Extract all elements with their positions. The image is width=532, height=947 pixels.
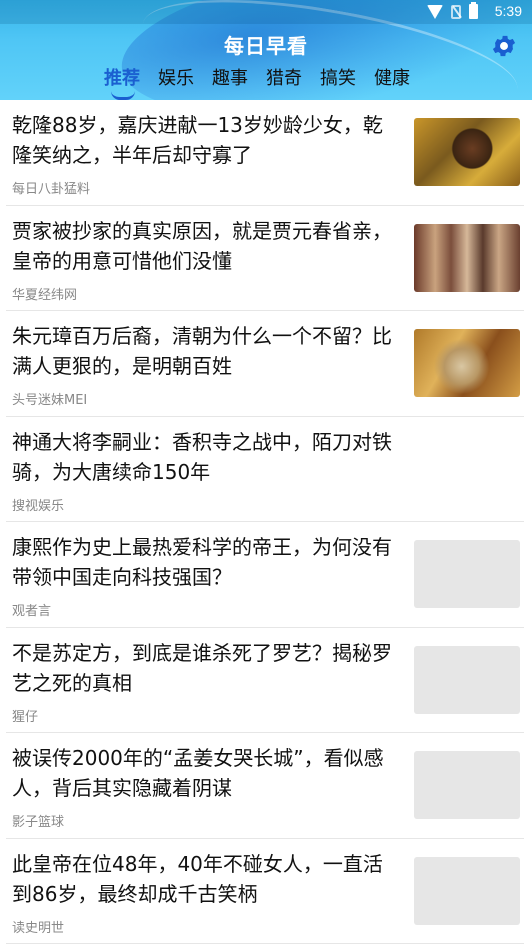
news-source: 观者言 [12, 604, 52, 619]
app-header: 5:39 每日早看 推荐 娱乐 趣事 猎奇 搞笑 健康 [0, 0, 532, 100]
news-item[interactable]: 康熙作为史上最热爱科学的帝王，为何没有带领中国走向科技强国？ 观者言 [6, 522, 524, 628]
news-source: 华夏经纬网 [12, 287, 78, 303]
news-title: 神通大将李嗣业：香积寺之战中，陌刀对铁骑，为大唐续命150年 [12, 429, 392, 484]
news-source: 搜视娱乐 [12, 498, 65, 514]
battery-icon [469, 2, 478, 19]
tab-label: 推荐 [104, 68, 140, 89]
category-tabs: 推荐 娱乐 趣事 猎奇 搞笑 健康 [104, 64, 410, 100]
news-title: 朱元璋百万后裔，清朝为什么一个不留？比满人更狠的，是明朝百姓 [12, 324, 392, 378]
thumbnail-placeholder [414, 645, 520, 714]
tab-curious[interactable]: 猎奇 [266, 64, 302, 96]
status-icons [427, 2, 478, 19]
tab-fun[interactable]: 趣事 [212, 64, 248, 96]
news-title: 贾家被抄家的真实原因，就是贾元春省亲，皇帝的用意可惜他们没懂 [12, 218, 392, 273]
news-title: 康熙作为史上最热爱科学的帝王，为何没有带领中国走向科技强国？ [12, 535, 392, 589]
app-title: 每日早看 [224, 34, 308, 58]
tab-label: 娱乐 [158, 68, 194, 89]
tab-label: 猎奇 [266, 68, 302, 89]
tab-label: 健康 [374, 68, 410, 89]
news-title: 此皇帝在位48年，40年不碰女人，一直活到86岁，最终却成千古笑柄 [12, 851, 383, 906]
news-source: 影子篮球 [12, 815, 65, 830]
thumbnail-placeholder [414, 856, 520, 925]
news-item[interactable]: 此皇帝在位48年，40年不碰女人，一直活到86岁，最终却成千古笑柄 读史明世 [6, 839, 524, 944]
news-source: 每日八卦猛料 [12, 182, 91, 197]
tab-label: 趣事 [212, 68, 248, 89]
thumbnail-placeholder [414, 751, 520, 819]
tab-health[interactable]: 健康 [374, 64, 410, 96]
status-bar: 5:39 [0, 0, 532, 24]
tab-entertainment[interactable]: 娱乐 [158, 64, 194, 96]
news-source: 猩仔 [12, 709, 39, 725]
wifi-icon [427, 4, 443, 19]
status-time: 5:39 [494, 3, 522, 19]
gear-icon[interactable] [490, 32, 518, 60]
news-thumbnail [414, 329, 520, 397]
news-thumbnail [414, 223, 520, 292]
news-item[interactable]: 不是苏定方，到底是谁杀死了罗艺？揭秘罗艺之死的真相 猩仔 [6, 628, 524, 733]
news-item[interactable]: 乾隆88岁，嘉庆进献一13岁妙龄少女，乾隆笑纳之，半年后却守寡了 每日八卦猛料 [6, 100, 524, 206]
thumbnail-placeholder [414, 540, 520, 608]
no-sim-icon [451, 4, 461, 19]
news-source: 读史明世 [12, 920, 65, 936]
news-title: 乾隆88岁，嘉庆进献一13岁妙龄少女，乾隆笑纳之，半年后却守寡了 [12, 113, 383, 167]
news-feed: 乾隆88岁，嘉庆进献一13岁妙龄少女，乾隆笑纳之，半年后却守寡了 每日八卦猛料 … [0, 100, 532, 944]
news-thumbnail [414, 118, 520, 186]
tab-recommend[interactable]: 推荐 [104, 64, 140, 100]
active-tab-indicator [111, 91, 135, 100]
news-item[interactable]: 被误传2000年的“孟姜女哭长城”，看似感人，背后其实隐藏着阴谋 影子篮球 [6, 733, 524, 839]
news-title: 被误传2000年的“孟姜女哭长城”，看似感人，背后其实隐藏着阴谋 [12, 746, 384, 800]
news-item[interactable]: 神通大将李嗣业：香积寺之战中，陌刀对铁骑，为大唐续命150年 搜视娱乐 [6, 417, 524, 522]
news-title: 不是苏定方，到底是谁杀死了罗艺？揭秘罗艺之死的真相 [12, 640, 392, 695]
tab-funny[interactable]: 搞笑 [320, 64, 356, 96]
news-source: 头号迷妹MEI [12, 393, 88, 408]
tab-label: 搞笑 [320, 68, 356, 89]
news-item[interactable]: 朱元璋百万后裔，清朝为什么一个不留？比满人更狠的，是明朝百姓 头号迷妹MEI [6, 311, 524, 417]
news-item[interactable]: 贾家被抄家的真实原因，就是贾元春省亲，皇帝的用意可惜他们没懂 华夏经纬网 [6, 206, 524, 311]
